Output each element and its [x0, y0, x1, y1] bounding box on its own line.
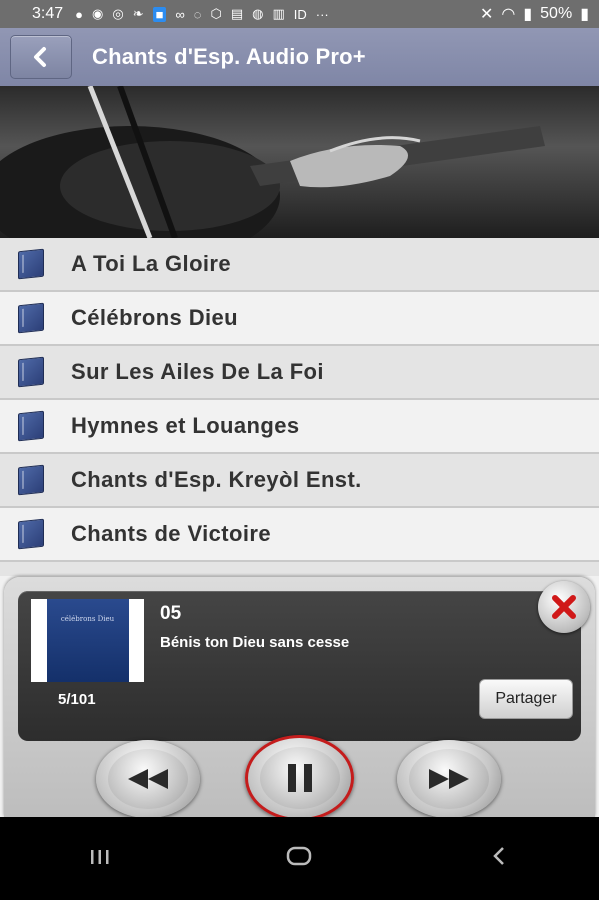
- recent-apps-button[interactable]: [70, 845, 130, 873]
- list-item[interactable]: Célébrons Dieu: [0, 292, 599, 346]
- shield-icon: ⬡: [210, 6, 222, 21]
- nav-back-button[interactable]: [469, 845, 529, 873]
- facebook-icon: ●: [75, 6, 83, 22]
- battery-icon: ▮: [580, 6, 589, 23]
- more-dots: ···: [315, 6, 329, 22]
- list-item[interactable]: Chants de Victoire: [0, 508, 599, 562]
- violin-banner-image: [0, 86, 599, 238]
- news-icon: ▥: [272, 6, 285, 21]
- home-icon: [287, 846, 312, 865]
- album-cover-art: célébrons Dieu: [46, 599, 129, 682]
- fast-forward-button[interactable]: [397, 740, 501, 818]
- now-playing-panel: célébrons Dieu 05 Bénis ton Dieu sans ce…: [18, 591, 581, 741]
- violin-illustration: [0, 86, 545, 238]
- messenger-icon: ◉: [92, 6, 104, 21]
- list-item[interactable]: Hymnes et Louanges: [0, 400, 599, 454]
- book-icon: [18, 410, 44, 442]
- nav-back-icon: [493, 846, 505, 865]
- songbook-label: Chants de Victoire: [71, 521, 271, 546]
- songbook-label: Sur Les Ailes De La Foi: [71, 359, 324, 384]
- track-number: 05: [160, 603, 182, 624]
- signal-icon: ▮: [523, 6, 533, 23]
- close-icon: [552, 595, 576, 619]
- songbook-label: Chants d'Esp. Kreyòl Enst.: [71, 467, 362, 492]
- book-icon: [18, 518, 44, 550]
- fast-forward-icon: [429, 769, 469, 789]
- songbook-label: Hymnes et Louanges: [71, 413, 300, 438]
- home-button[interactable]: [269, 845, 329, 873]
- book-icon: [18, 464, 44, 496]
- list-item[interactable]: A Toi La Gloire: [0, 238, 599, 292]
- recent-apps-icon: [90, 849, 109, 864]
- track-position: 5/101: [58, 691, 96, 708]
- wifi-icon: ◠: [501, 6, 516, 23]
- track-title: Bénis ton Dieu sans cesse: [160, 634, 350, 651]
- status-bar: 3:47 ● ◉ ◎ ❧ ■ ∞ ◌ ⬡ ▤ ◍ ▥ ID ··· ✕ ◠ ▮ …: [0, 0, 599, 28]
- image-icon: ▤: [230, 6, 244, 21]
- back-arrow-icon: [34, 47, 46, 67]
- mute-icon: ✕: [479, 6, 494, 23]
- songbook-label: A Toi La Gloire: [71, 251, 232, 276]
- bird-icon: ❧: [132, 6, 144, 21]
- battery-text: 50%: [540, 5, 573, 22]
- list-item[interactable]: Chants d'Esp. Kreyòl Enst.: [0, 454, 599, 508]
- voicemail-icon: ∞: [175, 6, 185, 22]
- songbook-label: Célébrons Dieu: [71, 305, 238, 330]
- book-icon: [18, 248, 44, 280]
- album-cover: célébrons Dieu: [31, 599, 144, 682]
- back-button[interactable]: [10, 35, 72, 79]
- pause-button[interactable]: [245, 735, 354, 821]
- rewind-icon: [128, 769, 168, 789]
- app-icon: ■: [152, 6, 167, 22]
- rewind-button[interactable]: [96, 740, 200, 818]
- list-item-partial[interactable]: [0, 562, 599, 576]
- list-item[interactable]: Sur Les Ailes De La Foi: [0, 346, 599, 400]
- status-time: 3:47: [32, 5, 64, 22]
- songbook-list: A Toi La Gloire Célébrons Dieu Sur Les A…: [0, 238, 599, 576]
- notification-icons: ● ◉ ◎ ❧ ■ ∞ ◌ ⬡ ▤ ◍ ▥ ID ···: [75, 6, 329, 22]
- id-label: ID: [293, 6, 307, 22]
- whatsapp-icon: ◎: [112, 6, 124, 21]
- app-title: Chants d'Esp. Audio Pro+: [92, 44, 366, 69]
- book-icon: [18, 356, 44, 388]
- sync-icon: ◌: [193, 6, 202, 22]
- close-player-button[interactable]: [538, 581, 590, 633]
- book-icon: [18, 302, 44, 334]
- system-nav-bar: [0, 817, 599, 900]
- pause-icon: [287, 764, 312, 792]
- app-bar: Chants d'Esp. Audio Pro+: [0, 28, 599, 86]
- person-icon: ◍: [252, 6, 264, 21]
- audio-player: célébrons Dieu 05 Bénis ton Dieu sans ce…: [4, 577, 595, 821]
- share-button[interactable]: Partager: [479, 679, 573, 719]
